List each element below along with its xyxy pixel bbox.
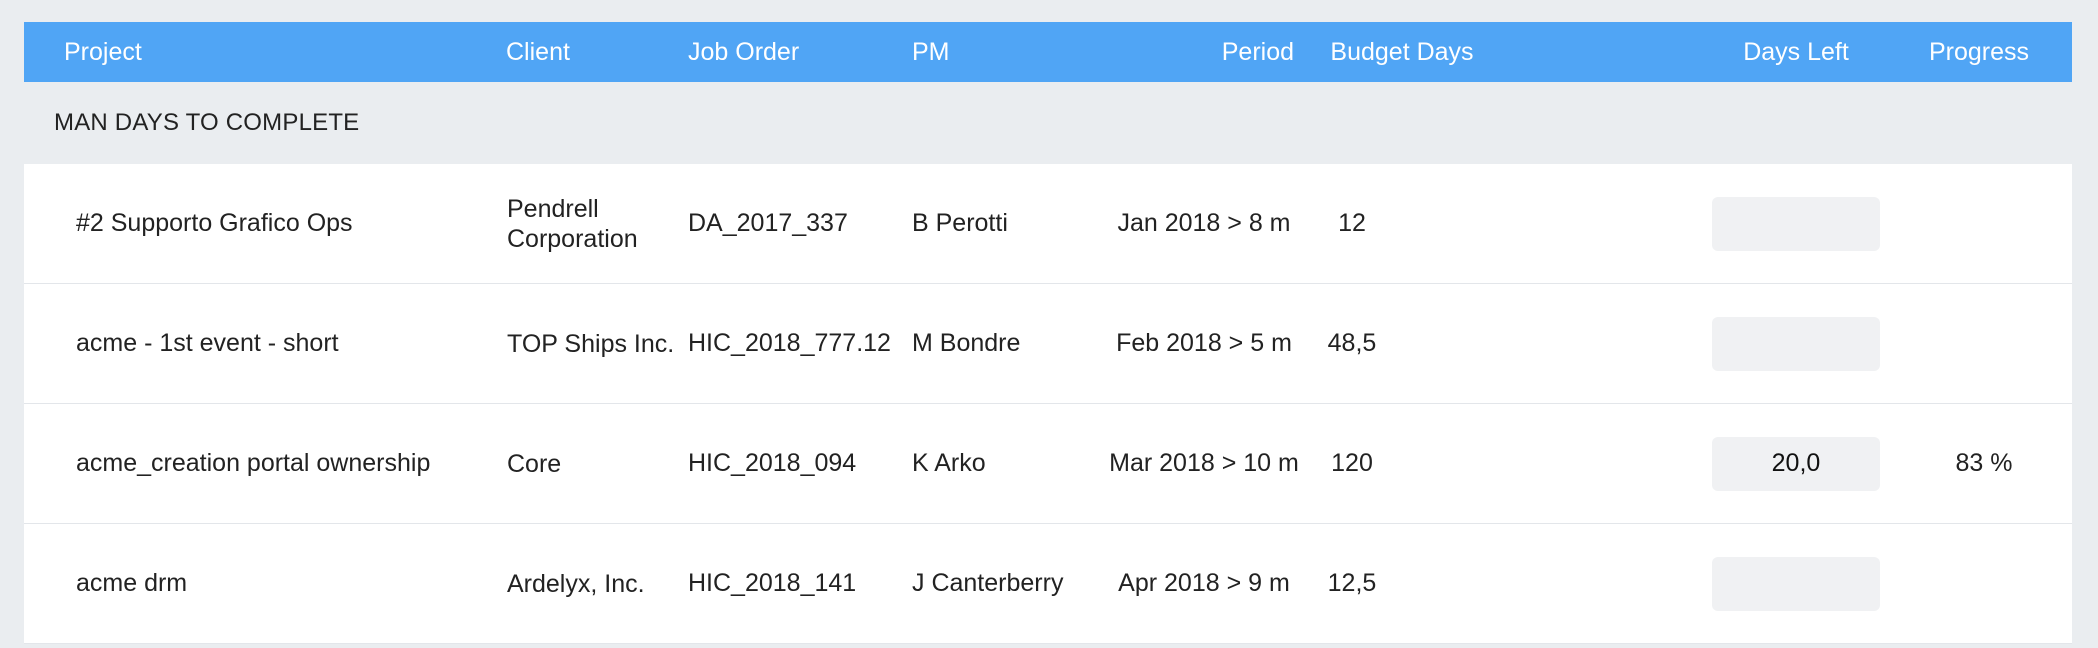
days-left-input[interactable] [1712,556,1880,611]
column-header-period[interactable]: Period [1148,38,1320,67]
table-header: Project Client Job Order PM Period Budge… [24,22,2072,82]
cell-project: acme - 1st event - short [76,329,339,357]
table-row[interactable]: #2 Supporto Grafico Ops Pendrell Corpora… [24,164,2072,284]
cell-budget-days: 12,5 [1327,569,1377,597]
man-days-table: Project Client Job Order PM Period Budge… [24,22,2072,644]
column-header-project[interactable]: Project [24,38,466,67]
cell-client: Pendrell Corporation [507,194,638,253]
cell-project: #2 Supporto Grafico Ops [76,209,353,237]
column-header-pm[interactable]: PM [912,38,1148,67]
cell-project: acme_creation portal ownership [76,449,431,477]
cell-days-left [1706,316,1886,371]
days-left-input[interactable] [1712,196,1880,251]
column-header-budget-days[interactable]: Budget Days [1320,38,1520,67]
cell-client: Core [507,449,562,478]
cell-client: TOP Ships Inc. [507,329,675,358]
cell-days-left [1706,556,1886,611]
cell-days-left [1706,436,1886,491]
column-header-days-left[interactable]: Days Left [1706,38,1886,67]
cell-client: Ardelyx, Inc. [507,569,645,598]
cell-budget-days: 120 [1331,449,1373,477]
table-row[interactable]: acme_creation portal ownership Core HIC_… [24,404,2072,524]
days-left-input[interactable] [1712,436,1880,491]
cell-job-order: HIC_2018_777.12 [688,329,891,357]
cell-job-order: HIC_2018_141 [688,569,857,597]
table-row[interactable]: acme drm Ardelyx, Inc. HIC_2018_141 J Ca… [24,524,2072,644]
days-left-input[interactable] [1712,316,1880,371]
cell-progress: 83 % [1955,449,2013,477]
cell-budget-days: 48,5 [1327,329,1377,357]
column-header-progress[interactable]: Progress [1886,38,2072,67]
cell-period: Feb 2018 > 5 m [1116,329,1292,357]
cell-job-order: DA_2017_337 [688,209,848,237]
table-body: #2 Supporto Grafico Ops Pendrell Corpora… [24,164,2072,644]
cell-days-left [1706,196,1886,251]
cell-project: acme drm [76,569,188,597]
cell-budget-days: 12 [1338,209,1366,237]
cell-period: Mar 2018 > 10 m [1109,449,1299,477]
column-header-job-order[interactable]: Job Order [688,38,912,67]
cell-period: Apr 2018 > 9 m [1118,569,1290,597]
cell-job-order: HIC_2018_094 [688,449,857,477]
cell-period: Jan 2018 > 8 m [1117,209,1291,237]
table-row[interactable]: acme - 1st event - short TOP Ships Inc. … [24,284,2072,404]
section-title: MAN DAYS TO COMPLETE [54,109,360,136]
column-header-client[interactable]: Client [466,38,688,67]
